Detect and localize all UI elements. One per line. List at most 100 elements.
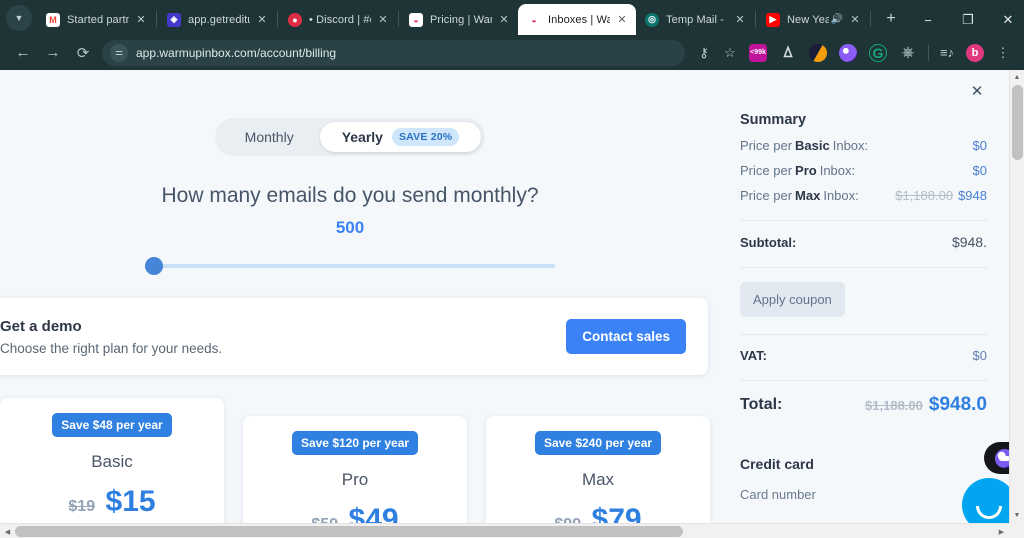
contact-sales-button[interactable]: Contact sales (566, 319, 686, 354)
summary-row-old-value: $1,188.00 (895, 188, 954, 203)
plan-name: Max (581, 470, 615, 489)
apply-coupon-button[interactable]: Apply coupon (740, 282, 845, 317)
demo-title: Get a demo (0, 317, 82, 335)
three-dot-menu-icon[interactable]: ⋮ (990, 40, 1016, 66)
browser-tab[interactable]: M Started partne ✕ (37, 4, 155, 35)
slider-track[interactable] (145, 264, 555, 268)
reload-icon[interactable]: ⟳ (68, 38, 98, 68)
browser-tab[interactable]: ◒ Pricing | Warm ✕ (400, 4, 518, 35)
chevron-down-icon[interactable]: ▼ (6, 5, 32, 31)
horizontal-scrollbar-thumb[interactable] (15, 526, 683, 537)
new-tab-button[interactable]: + (878, 6, 904, 32)
summary-row-value: $0 (972, 163, 987, 178)
tab-divider (277, 11, 278, 27)
browser-tab-active[interactable]: ◒ Inboxes | Warm ✕ (518, 4, 636, 35)
page-viewport: Monthly Yearly SAVE 20% How many emails … (0, 70, 1024, 538)
slider-thumb[interactable] (145, 257, 163, 275)
plan-price-row: $19 $15 (0, 485, 224, 519)
scroll-left-icon[interactable]: ◀ (0, 524, 15, 538)
notification-badge-extension-icon[interactable]: <99k (749, 43, 767, 62)
tab-audio-icon[interactable]: 🔊 (831, 14, 843, 25)
browser-tab[interactable]: ◈ app.getreditus ✕ (158, 4, 276, 35)
scroll-right-icon[interactable]: ▶ (994, 524, 1009, 538)
plan-savings-badge: Save $48 per year (52, 413, 172, 437)
get-a-demo-card: Get a demo Choose the right plan for you… (0, 298, 708, 375)
demo-subtitle: Choose the right plan for your needs. (0, 340, 223, 356)
plan-card-pro[interactable]: Save $120 per year Pro $59 $49 (243, 416, 467, 523)
subtotal-label: Subtotal: (740, 234, 797, 250)
browser-tab[interactable]: ▶ New Year 🔊 ✕ (757, 4, 869, 35)
summary-row-plan: Pro (795, 163, 817, 178)
scroll-up-icon[interactable]: ▲ (1010, 70, 1024, 85)
total-value: $1,188.00 $948.0 (865, 394, 987, 416)
close-icon[interactable]: ✕ (967, 81, 987, 101)
forward-icon[interactable]: → (38, 38, 68, 68)
vat-label: VAT: (740, 348, 767, 363)
toggle-option-monthly[interactable]: Monthly (219, 122, 320, 152)
tab-close-icon[interactable]: ✕ (254, 12, 270, 28)
total-old-value: $1,188.00 (865, 398, 923, 413)
crescent-extension-icon[interactable] (809, 43, 827, 62)
address-bar-url: app.warmupinbox.com/account/billing (136, 45, 337, 60)
billing-period-toggle[interactable]: Monthly Yearly SAVE 20% (214, 118, 486, 156)
grammarly-extension-icon[interactable]: G (869, 43, 887, 62)
pocket-extension-icon[interactable]: ⎈ (899, 44, 917, 62)
site-settings-icon[interactable]: ⚌ (110, 43, 128, 62)
summary-title: Summary (740, 112, 807, 128)
plan-price-row: $99 $79 (486, 503, 710, 523)
toggle-option-yearly-label: Yearly (341, 129, 383, 145)
vat-value: $0 (972, 348, 987, 363)
email-volume-slider-block: How many emails do you send monthly? 500 (0, 184, 718, 275)
browser-tab[interactable]: ◎ Temp Mail - D ✕ (636, 4, 754, 35)
ai-orb-extension-icon[interactable] (839, 43, 857, 62)
toolbar-divider (928, 44, 929, 61)
browser-toolbar: ← → ⟳ ⚌ app.warmupinbox.com/account/bill… (0, 35, 1024, 70)
back-icon[interactable]: ← (8, 38, 38, 68)
discord-icon: ● (288, 12, 302, 27)
warmupinbox-icon: ◒ (527, 12, 541, 27)
avatar[interactable]: b (966, 43, 984, 62)
plan-price: $15 (105, 485, 156, 518)
email-volume-slider[interactable] (145, 257, 555, 275)
tempmail-icon: ◎ (645, 12, 659, 27)
tab-title: Inboxes | Warm (548, 13, 610, 26)
maximize-button[interactable]: ❐ (948, 5, 988, 35)
slider-question-label: How many emails do you send monthly? (161, 184, 539, 207)
horizontal-scrollbar[interactable]: ◀ ▶ (0, 523, 1009, 538)
summary-row-value: $1,188.00 $948 (895, 188, 987, 203)
tab-close-icon[interactable]: ✕ (732, 12, 748, 28)
browser-tab[interactable]: ● • Discord | #o ✕ (279, 4, 397, 35)
subtotal-row: Subtotal: $948. (740, 221, 987, 250)
address-bar[interactable]: ⚌ app.warmupinbox.com/account/billing (102, 39, 685, 66)
plan-card-basic[interactable]: Save $48 per year Basic $19 $15 (0, 398, 224, 523)
reading-list-icon[interactable]: ≡♪ (934, 40, 960, 66)
scrollbar-corner (1009, 523, 1024, 538)
billing-toggle-wrapper: Monthly Yearly SAVE 20% (0, 70, 718, 156)
grammar-s-extension-icon[interactable]: ꕔ (779, 44, 797, 62)
tab-close-icon[interactable]: ✕ (614, 12, 630, 28)
tab-close-icon[interactable]: ✕ (375, 12, 391, 28)
tab-close-icon[interactable]: ✕ (847, 12, 863, 28)
subtotal-value: $948. (951, 234, 987, 250)
scroll-down-icon[interactable]: ▼ (1010, 508, 1024, 523)
vat-row: VAT: $0 (740, 335, 987, 363)
youtube-icon: ▶ (766, 12, 780, 27)
bookmark-star-icon[interactable]: ☆ (717, 40, 743, 66)
toggle-option-yearly[interactable]: Yearly SAVE 20% (319, 122, 482, 152)
vertical-scrollbar-thumb[interactable] (1012, 85, 1023, 160)
plan-card-max[interactable]: Save $240 per year Max $99 $79 (486, 416, 710, 523)
tab-title: • Discord | #o (309, 13, 371, 26)
tab-close-icon[interactable]: ✕ (496, 12, 512, 28)
vertical-scrollbar[interactable]: ▲ ▼ (1009, 70, 1024, 523)
password-key-icon[interactable]: ⚷ (691, 40, 717, 66)
plan-card-list: Save $48 per year Basic $19 $15 Save $12… (0, 398, 710, 523)
minimize-button[interactable]: − (908, 5, 948, 35)
tab-title: New Year (787, 13, 829, 26)
summary-row-prefix: Price per (740, 188, 793, 203)
pricing-column: Monthly Yearly SAVE 20% How many emails … (0, 70, 718, 523)
tab-close-icon[interactable]: ✕ (133, 12, 149, 28)
card-number-label: Card number (740, 487, 816, 502)
tab-title: Pricing | Warm (430, 13, 492, 26)
close-window-button[interactable]: ✕ (988, 5, 1024, 35)
divider (740, 267, 987, 268)
